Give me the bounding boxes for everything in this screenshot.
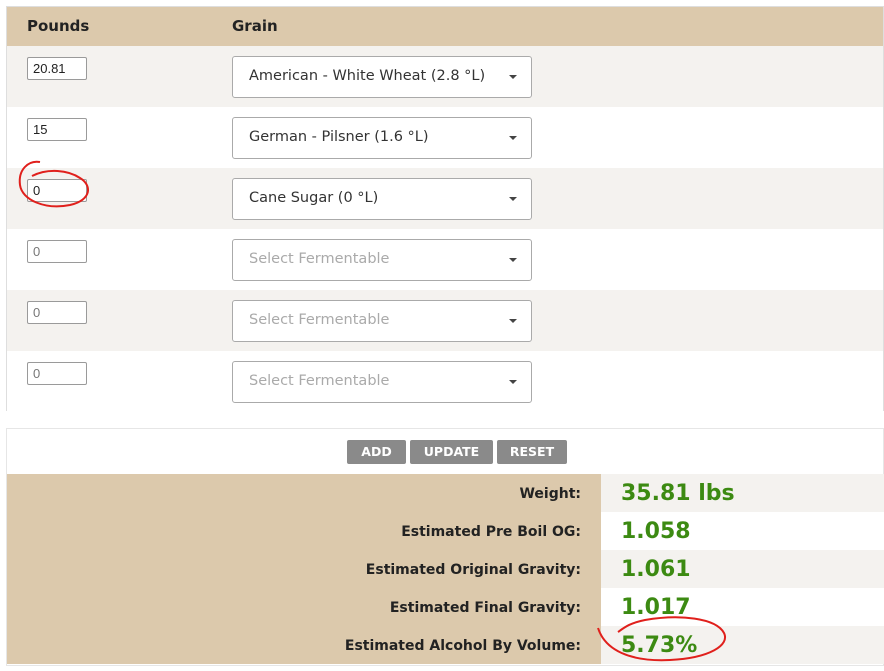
stat-row-weight: Weight: 35.81 lbs <box>7 474 884 512</box>
grain-select-value: German - Pilsner (1.6 °L) <box>249 129 429 145</box>
grain-select[interactable]: German - Pilsner (1.6 °L) <box>232 117 532 159</box>
pounds-column-header: Pounds <box>27 17 90 35</box>
fermentables-table: Pounds Grain American - White Wheat (2.8… <box>6 6 884 412</box>
grain-select-placeholder: Select Fermentable <box>249 373 390 389</box>
stats-table: Weight: 35.81 lbs Estimated Pre Boil OG:… <box>7 474 884 667</box>
table-row: Select Fermentable <box>7 351 883 412</box>
chevron-down-icon <box>509 380 517 384</box>
grain-select-value: American - White Wheat (2.8 °L) <box>249 68 486 84</box>
button-bar: ADD UPDATE RESET <box>7 429 883 474</box>
stat-row-pre-boil-og: Estimated Pre Boil OG: 1.058 <box>7 512 884 550</box>
chevron-down-icon <box>509 319 517 323</box>
stat-value: 1.058 <box>601 512 884 550</box>
pounds-input[interactable] <box>27 179 87 202</box>
table-row: American - White Wheat (2.8 °L) <box>7 46 883 107</box>
grain-select[interactable]: Select Fermentable <box>232 300 532 342</box>
stat-row-abv: Estimated Alcohol By Volume: 5.73% <box>7 626 884 664</box>
summary-panel: ADD UPDATE RESET Weight: 35.81 lbs Estim… <box>6 428 884 666</box>
pounds-input[interactable] <box>27 301 87 324</box>
chevron-down-icon <box>509 258 517 262</box>
chevron-down-icon <box>509 136 517 140</box>
chevron-down-icon <box>509 197 517 201</box>
stat-value: 35.81 lbs <box>601 474 884 512</box>
stat-row-original-gravity: Estimated Original Gravity: 1.061 <box>7 550 884 588</box>
grain-column-header: Grain <box>232 17 278 35</box>
grain-select[interactable]: American - White Wheat (2.8 °L) <box>232 56 532 98</box>
stat-label: Weight: <box>7 474 601 512</box>
grain-select-value: Cane Sugar (0 °L) <box>249 190 379 206</box>
stat-row-final-gravity: Estimated Final Gravity: 1.017 <box>7 588 884 626</box>
table-row: Select Fermentable <box>7 229 883 290</box>
stat-label: Estimated Final Gravity: <box>7 588 601 626</box>
stat-label: Estimated Pre Boil OG: <box>7 512 601 550</box>
stat-label: Estimated Original Gravity: <box>7 550 601 588</box>
pounds-input[interactable] <box>27 57 87 80</box>
reset-button[interactable]: RESET <box>497 440 567 464</box>
add-button[interactable]: ADD <box>347 440 406 464</box>
grain-select-placeholder: Select Fermentable <box>249 312 390 328</box>
pounds-input[interactable] <box>27 240 87 263</box>
table-row: Select Fermentable <box>7 290 883 351</box>
stat-value: 1.017 <box>601 588 884 626</box>
stat-value: 1.061 <box>601 550 884 588</box>
grain-select[interactable]: Select Fermentable <box>232 361 532 403</box>
stat-label: Estimated Alcohol By Volume: <box>7 626 601 664</box>
grain-select-placeholder: Select Fermentable <box>249 251 390 267</box>
pounds-input[interactable] <box>27 118 87 141</box>
stat-value: 5.73% <box>601 626 884 664</box>
table-row: Cane Sugar (0 °L) <box>7 168 883 229</box>
table-row: German - Pilsner (1.6 °L) <box>7 107 883 168</box>
chevron-down-icon <box>509 75 517 79</box>
pounds-input[interactable] <box>27 362 87 385</box>
table-header: Pounds Grain <box>7 7 883 46</box>
grain-select[interactable]: Cane Sugar (0 °L) <box>232 178 532 220</box>
update-button[interactable]: UPDATE <box>410 440 493 464</box>
grain-select[interactable]: Select Fermentable <box>232 239 532 281</box>
